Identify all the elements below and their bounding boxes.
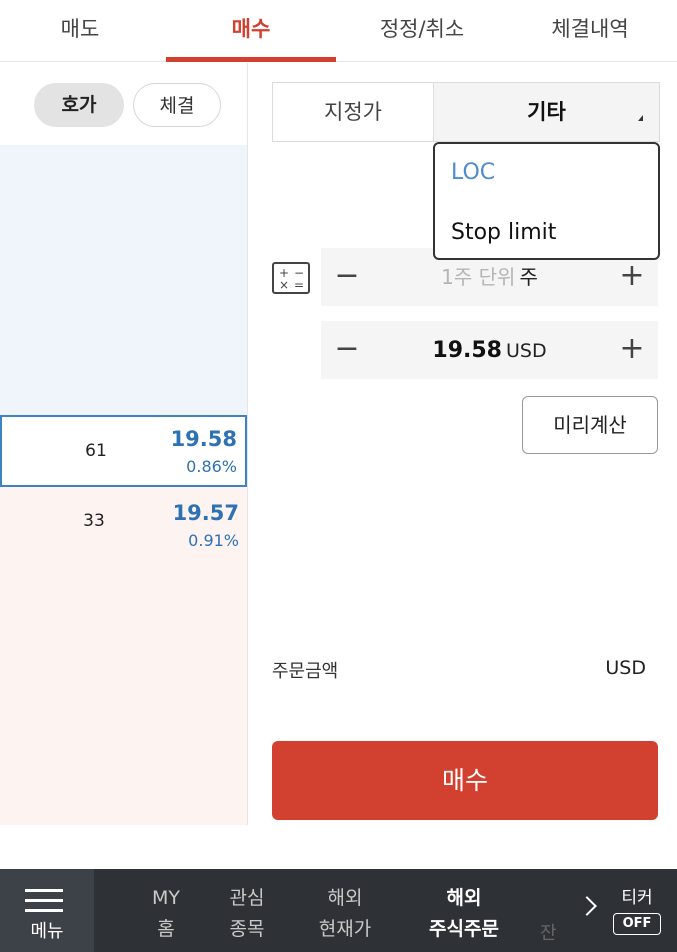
nav-watchlist-line2: 종목 xyxy=(229,918,265,940)
nav-watchlist[interactable]: 관심 종목 xyxy=(216,883,278,945)
other-order-type-select[interactable]: 기타 xyxy=(433,83,659,141)
buy-submit-button[interactable]: 매수 xyxy=(272,741,658,820)
quantity-placeholder: 1주 단위 xyxy=(441,265,516,289)
nav-faded-item: 잔 xyxy=(540,923,557,944)
limit-order-button[interactable]: 지정가 xyxy=(273,83,433,141)
nav-overseas-quote-line2: 현재가 xyxy=(318,918,372,940)
price-input[interactable]: 19.58 USD xyxy=(401,321,578,380)
quantity-unit: 주 xyxy=(519,265,538,289)
dropdown-option-loc[interactable]: LOC xyxy=(451,160,495,185)
calculator-icon[interactable]: + − × = xyxy=(272,262,310,294)
orderbook-panel: 호가 체결 61 19.58 0.86% 33 19.57 0.91% xyxy=(0,63,248,825)
ask-area xyxy=(0,145,247,415)
order-amount-label: 주문금액 xyxy=(272,661,339,682)
price-value: 19.58 xyxy=(432,338,502,363)
tab-modify-cancel[interactable]: 정정/취소 xyxy=(342,0,502,62)
order-type-dropdown: LOC Stop limit xyxy=(433,142,660,260)
nav-overseas-order-line1: 해외 xyxy=(446,887,482,909)
tab-execution-history[interactable]: 체결내역 xyxy=(510,0,670,62)
nav-overseas-quote[interactable]: 해외 현재가 xyxy=(308,883,382,945)
calc-equals-glyph: = xyxy=(294,278,305,292)
tab-sell[interactable]: 매도 xyxy=(0,0,160,62)
quantity-minus-button[interactable]: − xyxy=(321,248,373,306)
dropdown-option-stop-limit[interactable]: Stop limit xyxy=(451,220,556,245)
order-amount-unit: USD xyxy=(605,657,646,679)
menu-button[interactable]: 메뉴 xyxy=(0,869,94,952)
orderbook-row[interactable]: 33 19.57 0.91% xyxy=(0,487,247,559)
nav-my-home-line1: MY xyxy=(152,887,180,909)
orderbook-row-selected[interactable]: 61 19.58 0.86% xyxy=(0,415,247,487)
nav-overseas-order-line2: 주식주문 xyxy=(429,918,499,940)
other-order-type-label: 기타 xyxy=(527,100,566,124)
price-unit: USD xyxy=(505,340,547,362)
tab-buy[interactable]: 매수 xyxy=(166,0,336,62)
price-minus-button[interactable]: − xyxy=(321,321,373,379)
orderbook-qty: 61 xyxy=(85,441,107,461)
nav-overseas-order[interactable]: 해외 주식주문 xyxy=(416,883,512,945)
orderbook-price: 19.57 xyxy=(172,501,239,525)
order-tabs: 매도 매수 정정/취소 체결내역 xyxy=(0,0,677,62)
active-tab-indicator xyxy=(166,57,336,62)
nav-overseas-quote-line1: 해외 xyxy=(327,887,363,909)
orderbook-qty: 33 xyxy=(83,511,105,531)
hamburger-icon xyxy=(25,889,63,912)
chevron-right-icon[interactable] xyxy=(577,896,597,916)
orderbook-rate: 0.86% xyxy=(186,457,237,476)
nav-my-home-line2: 홈 xyxy=(157,918,175,940)
orderbook-price: 19.58 xyxy=(170,427,237,451)
hoga-view-button[interactable]: 호가 xyxy=(34,83,124,127)
nav-watchlist-line1: 관심 xyxy=(229,887,265,909)
nav-my-home[interactable]: MY 홈 xyxy=(140,883,192,945)
dropdown-triangle-icon xyxy=(638,115,643,121)
menu-label: 메뉴 xyxy=(30,921,64,942)
price-plus-button[interactable]: + xyxy=(606,321,658,379)
execution-view-button[interactable]: 체결 xyxy=(133,83,221,127)
orderbook-rate: 0.91% xyxy=(188,531,239,550)
ticker-toggle[interactable]: OFF xyxy=(613,913,661,935)
order-type-selector: 지정가 기타 xyxy=(272,82,660,142)
price-stepper: − 19.58 USD + xyxy=(321,321,658,379)
bottom-navigation: 메뉴 MY 홈 관심 종목 해외 현재가 해외 주식주문 잔 티커 OFF xyxy=(0,869,677,952)
ticker-label: 티커 xyxy=(621,888,653,908)
precalculate-button[interactable]: 미리계산 xyxy=(522,396,658,454)
calc-times-glyph: × xyxy=(279,278,290,292)
